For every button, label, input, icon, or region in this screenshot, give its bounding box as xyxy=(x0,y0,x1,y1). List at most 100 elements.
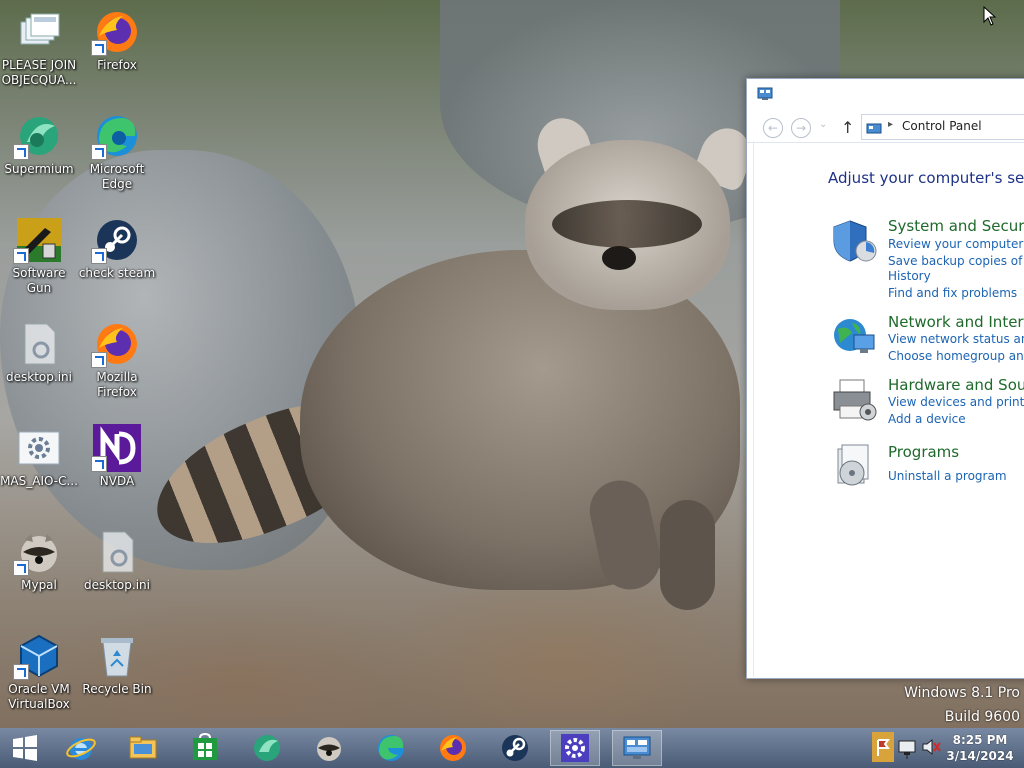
start-button[interactable] xyxy=(0,730,50,766)
desktop-icon-label: Mypal xyxy=(21,578,57,592)
desktop-icon-software-gun[interactable]: Software Gun xyxy=(0,216,78,296)
desktop-icon-label: Software Gun xyxy=(12,266,66,295)
steam-icon xyxy=(502,735,528,761)
internet-explorer-icon xyxy=(66,738,96,760)
shortcut-arrow-icon xyxy=(13,248,29,264)
forward-icon[interactable]: → xyxy=(791,118,811,138)
shield-icon xyxy=(830,217,880,267)
link-choose-homegroup[interactable]: Choose homegroup and s xyxy=(888,349,1024,363)
programs-icon xyxy=(830,443,880,493)
taskbar-firefox[interactable] xyxy=(428,730,478,766)
supermium-icon xyxy=(13,112,63,160)
file-stack-icon xyxy=(15,8,63,56)
category-title-programs[interactable]: Programs xyxy=(888,443,959,461)
desktop-icon-supermium[interactable]: Supermium xyxy=(0,112,78,177)
control-panel-window[interactable]: ← → ⌄ ↑ ▸ Control Panel Adjust your comp… xyxy=(746,78,1024,679)
taskbar-supermium[interactable] xyxy=(242,730,292,766)
control-panel-icon xyxy=(623,736,651,759)
desktop-icon-label: PLEASE JOIN OBJECQUA... xyxy=(1,58,77,87)
supermium-icon xyxy=(254,735,280,761)
category-title-hardware[interactable]: Hardware and Sound xyxy=(888,376,1024,394)
category-title-system-security[interactable]: System and Security xyxy=(888,217,1024,235)
taskbar-edge[interactable] xyxy=(366,730,416,766)
shortcut-arrow-icon xyxy=(91,248,107,264)
action-center-flag-icon[interactable] xyxy=(872,732,894,762)
desktop-icon-label: Firefox xyxy=(97,58,137,72)
back-icon[interactable]: ← xyxy=(763,118,783,138)
clock-date: 3/14/2024 xyxy=(946,749,1014,763)
shortcut-arrow-icon xyxy=(91,456,107,472)
link-add-device[interactable]: Add a device xyxy=(888,412,966,426)
category-title-network[interactable]: Network and Interne xyxy=(888,313,1024,331)
desktop-icon-desktop-ini-2[interactable]: desktop.ini xyxy=(78,528,156,593)
taskbar-file-explorer[interactable] xyxy=(118,730,168,766)
recent-locations-icon[interactable]: ⌄ xyxy=(819,119,827,130)
control-panel-icon xyxy=(757,86,773,100)
shortcut-arrow-icon xyxy=(91,352,107,368)
edge-icon xyxy=(91,112,141,160)
desktop-icon-nvda[interactable]: NVDA xyxy=(78,424,156,489)
desktop-icon-firefox[interactable]: Firefox xyxy=(78,8,156,73)
link-view-network-status[interactable]: View network status and ta xyxy=(888,332,1024,346)
taskbar-mypal[interactable] xyxy=(304,730,354,766)
ini-file-icon xyxy=(15,320,63,368)
shortcut-arrow-icon xyxy=(13,664,29,680)
clock-time: 8:25 PM xyxy=(952,733,1008,747)
desktop-icon-virtualbox[interactable]: Oracle VM VirtualBox xyxy=(0,632,78,712)
recycle-bin-icon xyxy=(93,632,141,680)
up-arrow-icon[interactable]: ↑ xyxy=(841,118,854,137)
windows-edition-watermark: Windows 8.1 Pro xyxy=(904,685,1020,701)
desktop-icon-label: NVDA xyxy=(99,474,135,488)
file-explorer-icon xyxy=(129,736,157,759)
nvda-icon xyxy=(91,424,141,472)
network-globe-icon xyxy=(830,313,880,363)
desktop-icon-label: Microsoft Edge xyxy=(89,162,145,191)
window-titlebar[interactable] xyxy=(747,79,1024,108)
link-view-devices-printers[interactable]: View devices and printers xyxy=(888,395,1024,409)
desktop-icon-check-steam[interactable]: check steam xyxy=(78,216,156,281)
windows-build-watermark: Build 9600 xyxy=(944,709,1020,725)
taskbar-clock[interactable]: 8:25 PM 3/14/2024 xyxy=(944,732,1016,764)
breadcrumb-chevron-icon[interactable]: ▸ xyxy=(888,119,893,130)
link-save-backup[interactable]: Save backup copies of you xyxy=(888,254,1024,268)
taskbar-internet-explorer[interactable] xyxy=(56,730,106,766)
taskbar-settings[interactable] xyxy=(550,730,600,766)
link-uninstall-program[interactable]: Uninstall a program xyxy=(888,469,1007,483)
mouse-cursor-icon xyxy=(983,5,997,30)
breadcrumb-control-panel[interactable]: Control Panel xyxy=(902,119,982,133)
control-panel-content: Adjust your computer's settin System and… xyxy=(753,141,1024,677)
address-bar[interactable]: ▸ Control Panel xyxy=(861,114,1024,140)
navigation-bar: ← → ⌄ ↑ ▸ Control Panel xyxy=(747,108,1024,143)
desktop-icon-please-join[interactable]: PLEASE JOIN OBJECQUA... xyxy=(0,8,78,88)
desktop-icon-recycle-bin[interactable]: Recycle Bin xyxy=(78,632,156,697)
taskbar-store[interactable] xyxy=(180,730,230,766)
desktop-icon-mypal[interactable]: Mypal xyxy=(0,528,78,593)
desktop-icon-desktop-ini[interactable]: desktop.ini xyxy=(0,320,78,385)
gear-file-icon xyxy=(15,424,63,472)
desktop-icon-mas-aio[interactable]: MAS_AIO-C... xyxy=(0,424,78,489)
settings-icon xyxy=(561,734,589,762)
taskbar xyxy=(0,728,1024,768)
volume-muted-icon[interactable] xyxy=(920,732,942,762)
shortcut-arrow-icon xyxy=(91,40,107,56)
desktop-icon-mozilla-firefox[interactable]: Mozilla Firefox xyxy=(78,320,156,400)
page-title: Adjust your computer's settin xyxy=(828,169,1024,187)
desktop-icon-label: Recycle Bin xyxy=(82,682,152,696)
virtualbox-icon xyxy=(13,632,63,680)
network-icon[interactable] xyxy=(896,732,918,762)
link-review-status[interactable]: Review your computer's st xyxy=(888,237,1024,251)
shortcut-arrow-icon xyxy=(91,144,107,160)
taskbar-steam[interactable] xyxy=(490,730,540,766)
desktop-icon-label: Mozilla Firefox xyxy=(96,370,138,399)
taskbar-control-panel[interactable] xyxy=(612,730,662,766)
desktop-icon-label: desktop.ini xyxy=(84,578,150,592)
desktop-icon-label: Supermium xyxy=(4,162,74,176)
firefox-icon xyxy=(91,320,141,368)
desktop-icon-label: Oracle VM VirtualBox xyxy=(8,682,70,711)
link-find-fix-problems[interactable]: Find and fix problems xyxy=(888,286,1017,300)
link-history[interactable]: History xyxy=(888,269,931,283)
store-icon xyxy=(193,732,217,760)
firefox-icon xyxy=(91,8,141,56)
shortcut-arrow-icon xyxy=(13,560,29,576)
desktop-icon-edge[interactable]: Microsoft Edge xyxy=(78,112,156,192)
